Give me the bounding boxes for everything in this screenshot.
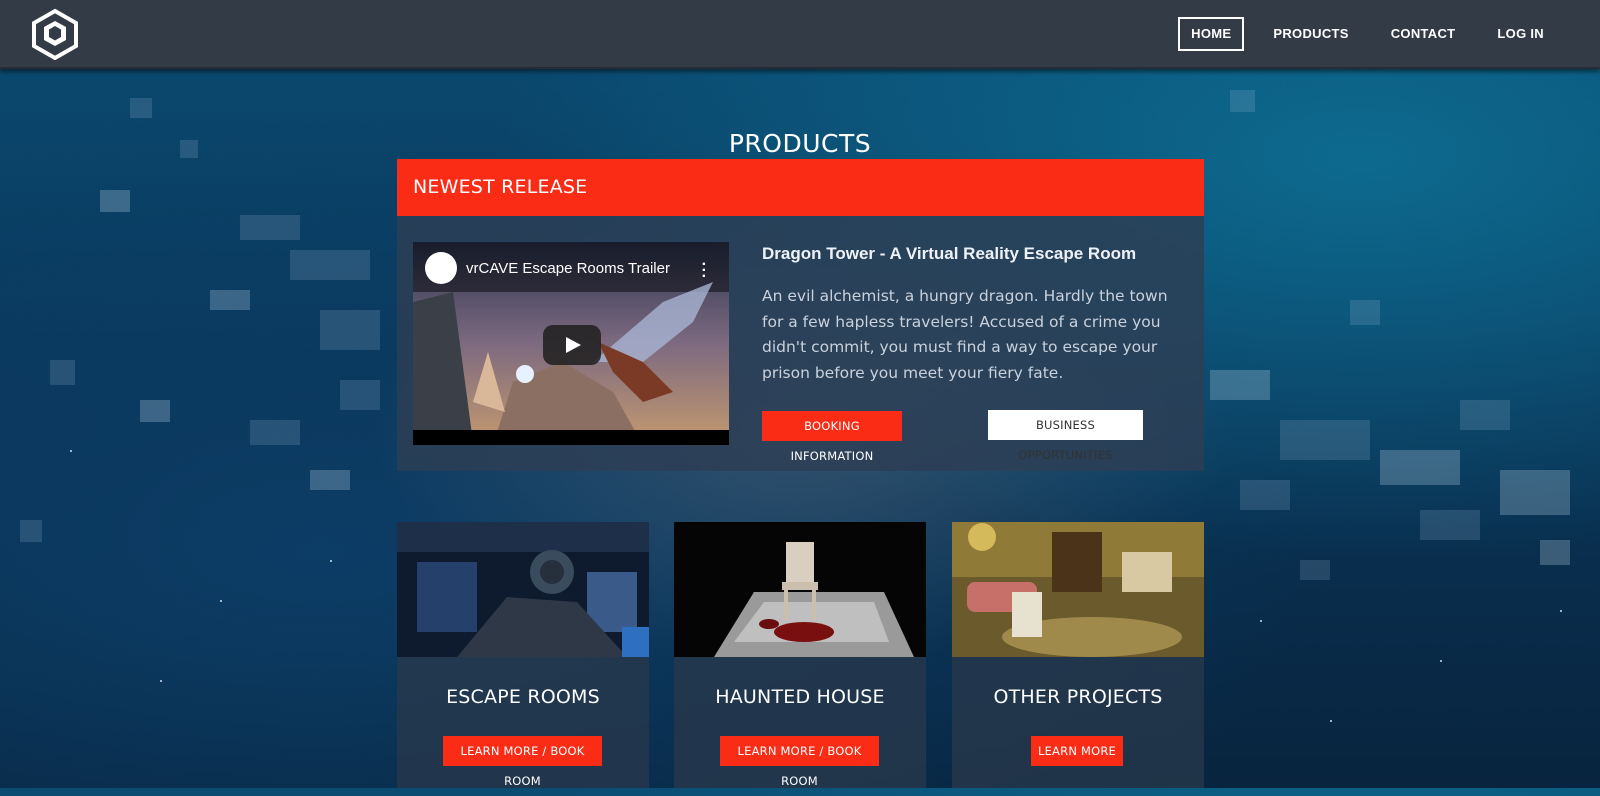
- escape-rooms-card: ESCAPE ROOMS LEARN MORE / BOOK ROOM: [397, 522, 649, 788]
- page-title: PRODUCTS: [728, 128, 872, 158]
- booking-information-button[interactable]: BOOKING INFORMATION: [762, 411, 902, 463]
- release-title: Dragon Tower - A Virtual Reality Escape …: [762, 244, 1137, 263]
- other-projects-learn-more-button[interactable]: LEARN MORE: [1031, 736, 1123, 766]
- escape-rooms-title: ESCAPE ROOMS: [446, 686, 600, 708]
- haunted-house-title: HAUNTED HOUSE: [715, 686, 885, 708]
- video-player[interactable]: vrCAVE Escape Rooms Trailer · · ·: [413, 242, 729, 445]
- nav-login-link[interactable]: LOG IN: [1484, 17, 1557, 51]
- vrcave-logo-icon[interactable]: [30, 8, 80, 61]
- escape-rooms-image[interactable]: [397, 522, 649, 657]
- video-title[interactable]: vrCAVE Escape Rooms Trailer: [466, 260, 670, 277]
- release-description: An evil alchemist, a hungry dragon. Hard…: [762, 287, 1168, 382]
- haunted-house-card: HAUNTED HOUSE LEARN MORE / BOOK ROOM: [674, 522, 926, 788]
- play-button-icon[interactable]: [543, 325, 601, 365]
- newest-release-panel: NEWEST RELEASE vrCAVE Escape Rooms Trail…: [397, 159, 1204, 471]
- other-projects-title: OTHER PROJECTS: [993, 686, 1163, 708]
- nav-products-link[interactable]: PRODUCTS: [1260, 17, 1361, 51]
- other-projects-card: OTHER PROJECTS LEARN MORE: [952, 522, 1204, 788]
- nav-contact-link[interactable]: CONTACT: [1378, 17, 1469, 51]
- top-navbar: HOME PRODUCTS CONTACT LOG IN: [0, 0, 1600, 69]
- channel-avatar-icon[interactable]: [425, 252, 457, 284]
- business-opportunities-button[interactable]: BUSINESS OPPORTUNITIES: [988, 410, 1143, 462]
- main-menu: HOME PRODUCTS CONTACT LOG IN: [1170, 17, 1557, 51]
- nav-home-link[interactable]: HOME: [1178, 17, 1245, 51]
- escape-rooms-learn-more-button[interactable]: LEARN MORE / BOOK ROOM: [443, 736, 602, 788]
- haunted-house-image[interactable]: [674, 522, 926, 657]
- other-projects-image[interactable]: [952, 522, 1204, 657]
- haunted-house-learn-more-button[interactable]: LEARN MORE / BOOK ROOM: [720, 736, 879, 788]
- newest-release-header: NEWEST RELEASE: [397, 159, 1204, 216]
- video-more-options-icon[interactable]: · · ·: [702, 257, 707, 285]
